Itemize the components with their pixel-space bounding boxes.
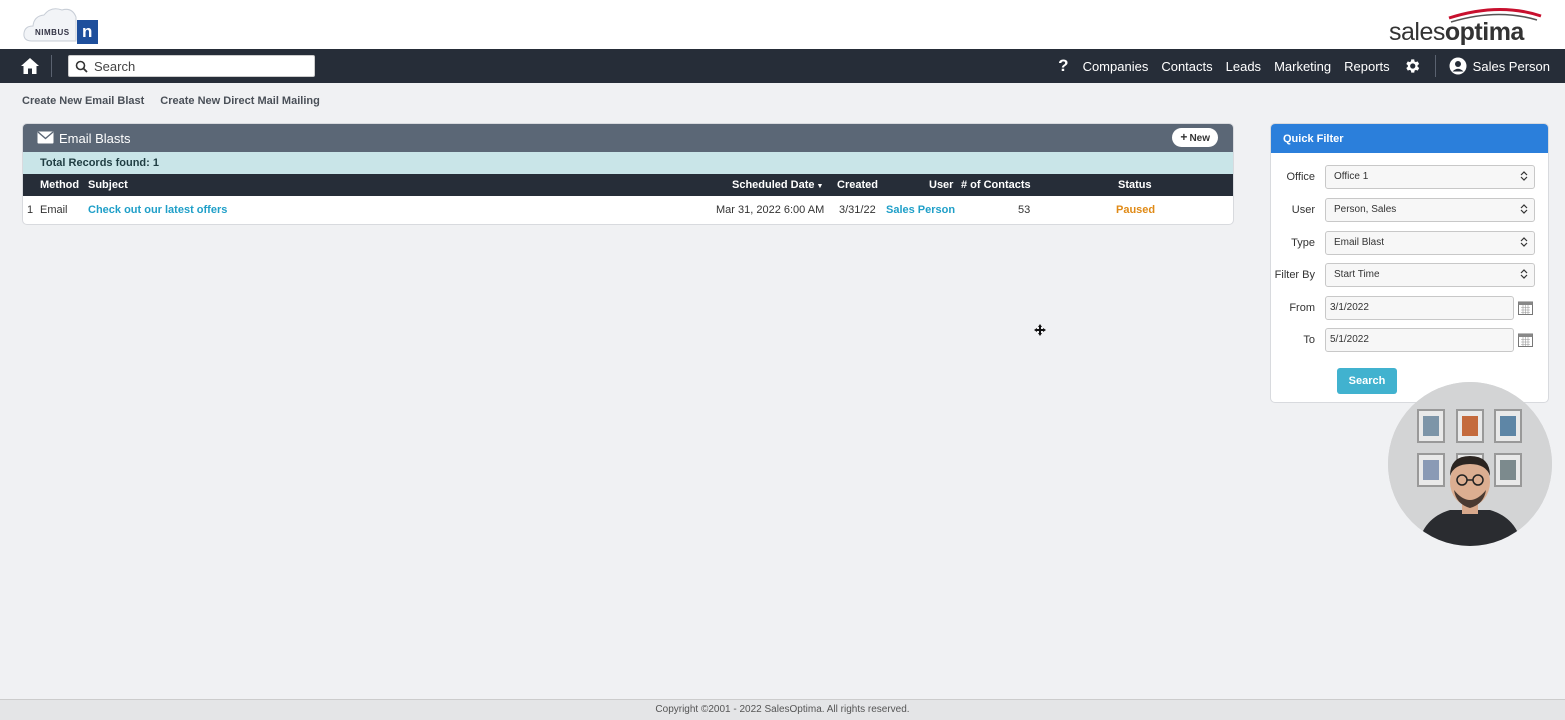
nimbus-letter: n <box>82 22 93 41</box>
email-blasts-panel: Email Blasts + New Total Records found: 1… <box>22 123 1234 225</box>
sort-desc-icon: ▼ <box>816 183 824 190</box>
to-label: To <box>1303 334 1315 346</box>
user-menu[interactable]: Sales Person <box>1449 57 1550 75</box>
search-box[interactable] <box>68 55 315 77</box>
nav-contacts[interactable]: Contacts <box>1161 59 1212 74</box>
col-method[interactable]: Method <box>40 179 79 191</box>
quick-filter-header: Quick Filter <box>1271 124 1548 153</box>
salesoptima-logo: salesoptima <box>1389 6 1549 46</box>
type-value: Email Blast <box>1334 237 1385 248</box>
table-header: Method Subject Scheduled Date ▼ Created U… <box>23 174 1233 196</box>
col-subject[interactable]: Subject <box>88 179 128 191</box>
filter-type-row: Type Email Blast <box>1271 231 1548 255</box>
nimbus-wordmark: NIMBUS <box>35 28 70 37</box>
office-select[interactable]: Office 1 <box>1325 165 1535 189</box>
create-direct-mail-link[interactable]: Create New Direct Mail Mailing <box>160 95 320 107</box>
calendar-icon[interactable] <box>1518 300 1533 315</box>
filter-to-row: To 5/1/2022 <box>1271 328 1548 352</box>
quick-filter-title: Quick Filter <box>1283 133 1344 145</box>
action-links: Create New Email Blast Create New Direct… <box>22 95 320 107</box>
new-button[interactable]: + New <box>1172 128 1218 147</box>
col-status[interactable]: Status <box>1118 179 1152 191</box>
mail-icon <box>37 131 54 144</box>
search-icon <box>75 60 88 73</box>
user-label: User <box>1291 204 1315 216</box>
nav-reports[interactable]: Reports <box>1344 59 1390 74</box>
chevron-updown-icon <box>1520 237 1528 247</box>
row-subject-link[interactable]: Check out our latest offers <box>88 204 227 216</box>
filter-from-row: From 3/1/2022 <box>1271 296 1548 320</box>
office-value: Office 1 <box>1334 171 1369 182</box>
help-icon[interactable]: ? <box>1058 56 1068 76</box>
nimbus-logo[interactable]: NIMBUS n <box>22 5 100 45</box>
filter-by-row: Filter By Start Time <box>1271 263 1548 287</box>
logo-optima: optima <box>1444 18 1524 46</box>
filter-search-button[interactable]: Search <box>1337 368 1397 394</box>
row-method: Email <box>40 204 68 216</box>
type-select[interactable]: Email Blast <box>1325 231 1535 255</box>
home-icon[interactable] <box>20 56 40 76</box>
nav-marketing[interactable]: Marketing <box>1274 59 1331 74</box>
presenter-video-image <box>1388 382 1552 546</box>
quick-filter-panel: Quick Filter Office Office 1 User Person… <box>1270 123 1549 403</box>
from-date-field[interactable]: 3/1/2022 <box>1325 296 1514 320</box>
new-button-label: New <box>1189 133 1210 144</box>
create-email-blast-link[interactable]: Create New Email Blast <box>22 95 144 107</box>
user-value: Person, Sales <box>1334 204 1397 215</box>
filter-by-value: Start Time <box>1334 269 1380 280</box>
move-cursor-icon <box>1034 324 1046 336</box>
row-status: Paused <box>1116 204 1156 216</box>
col-created[interactable]: Created <box>837 179 878 191</box>
nav-divider <box>51 55 52 77</box>
nav-divider <box>1434 55 1436 77</box>
total-records-text: Total Records found: 1 <box>40 157 159 169</box>
col-user[interactable]: User <box>929 179 953 191</box>
plus-icon: + <box>1180 130 1188 144</box>
row-contacts: 53 <box>1018 204 1031 216</box>
gear-icon[interactable] <box>1403 57 1421 75</box>
total-records-bar: Total Records found: 1 <box>23 152 1233 174</box>
filter-by-select[interactable]: Start Time <box>1325 263 1535 287</box>
type-label: Type <box>1291 237 1315 249</box>
main-navbar: ? Companies Contacts Leads Marketing Rep… <box>0 49 1565 83</box>
calendar-icon[interactable] <box>1518 332 1533 347</box>
chevron-updown-icon <box>1520 269 1528 279</box>
user-name: Sales Person <box>1472 58 1550 74</box>
table-row: 1 Email Check out our latest offers Mar … <box>23 196 1233 224</box>
from-label: From <box>1289 302 1315 314</box>
copyright-text: Copyright ©2001 - 2022 SalesOptima. All … <box>655 704 910 715</box>
filter-user-row: User Person, Sales <box>1271 198 1548 222</box>
page-footer: Copyright ©2001 - 2022 SalesOptima. All … <box>0 699 1565 720</box>
row-user-link[interactable]: Sales Person <box>886 204 955 216</box>
panel-title: Email Blasts <box>59 131 131 146</box>
panel-header: Email Blasts + New <box>23 124 1233 152</box>
filter-office-row: Office Office 1 <box>1271 165 1548 189</box>
row-created: 3/31/22 <box>839 204 876 216</box>
col-contacts[interactable]: # of Contacts <box>961 179 1031 191</box>
filter-by-label: Filter By <box>1274 269 1315 281</box>
office-label: Office <box>1286 171 1315 183</box>
webcam-overlay <box>1388 382 1552 546</box>
user-select[interactable]: Person, Sales <box>1325 198 1535 222</box>
row-index: 1 <box>27 204 34 216</box>
col-scheduled-date[interactable]: Scheduled Date ▼ <box>732 179 823 191</box>
chevron-updown-icon <box>1520 171 1528 181</box>
chevron-updown-icon <box>1520 204 1528 214</box>
user-avatar-icon <box>1449 57 1467 75</box>
col-scheduled-label: Scheduled Date <box>732 179 815 191</box>
to-date-field[interactable]: 5/1/2022 <box>1325 328 1514 352</box>
row-scheduled-date: Mar 31, 2022 6:00 AM <box>716 204 825 216</box>
logo-sales: sales <box>1389 18 1445 46</box>
nav-companies[interactable]: Companies <box>1083 59 1149 74</box>
search-input[interactable] <box>94 56 309 76</box>
nav-leads[interactable]: Leads <box>1226 59 1261 74</box>
brand-bar: NIMBUS n salesoptima <box>0 0 1565 49</box>
